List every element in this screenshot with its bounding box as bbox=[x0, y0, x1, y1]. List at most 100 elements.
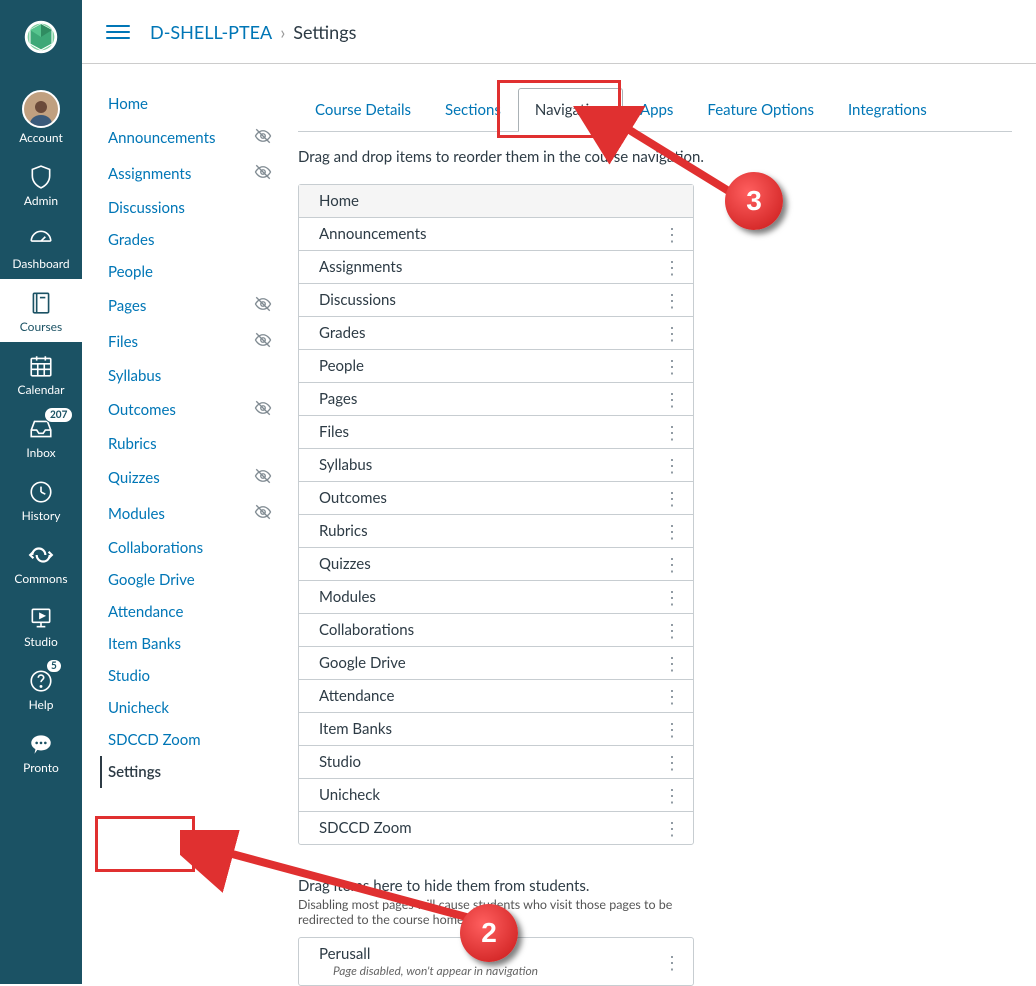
course-nav-item-attendance[interactable]: Attendance bbox=[100, 596, 280, 628]
kebab-menu-icon[interactable]: ⋮ bbox=[661, 260, 683, 274]
nav-history[interactable]: History bbox=[0, 468, 82, 531]
nav-list-item[interactable]: Quizzes⋮ bbox=[299, 548, 693, 581]
course-nav-item-files[interactable]: Files bbox=[100, 324, 280, 360]
nav-account[interactable]: Account bbox=[0, 80, 82, 153]
nav-list-item[interactable]: Assignments⋮ bbox=[299, 251, 693, 284]
course-nav-item-unicheck[interactable]: Unicheck bbox=[100, 692, 280, 724]
nav-list-item-disabled[interactable]: PerusallPage disabled, won't appear in n… bbox=[299, 938, 693, 985]
kebab-menu-icon[interactable]: ⋮ bbox=[661, 557, 683, 571]
kebab-menu-icon[interactable]: ⋮ bbox=[661, 524, 683, 538]
course-nav-item-google-drive[interactable]: Google Drive bbox=[100, 564, 280, 596]
nav-commons[interactable]: Commons bbox=[0, 531, 82, 594]
instructions-text: Drag and drop items to reorder them in t… bbox=[298, 148, 1012, 166]
help-icon bbox=[0, 667, 82, 695]
nav-pronto[interactable]: Pronto bbox=[0, 720, 82, 783]
disabled-nav-list: PerusallPage disabled, won't appear in n… bbox=[298, 937, 694, 986]
kebab-menu-icon[interactable]: ⋮ bbox=[661, 722, 683, 736]
breadcrumb-course-link[interactable]: D-SHELL-PTEA bbox=[150, 21, 272, 43]
kebab-menu-icon[interactable]: ⋮ bbox=[661, 326, 683, 340]
course-nav-item-pages[interactable]: Pages bbox=[100, 288, 280, 324]
course-nav-item-label: Google Drive bbox=[108, 571, 195, 589]
nav-list-item[interactable]: Modules⋮ bbox=[299, 581, 693, 614]
nav-calendar[interactable]: Calendar bbox=[0, 342, 82, 405]
nav-list-item[interactable]: Outcomes⋮ bbox=[299, 482, 693, 515]
nav-list-item[interactable]: Home bbox=[299, 185, 693, 218]
kebab-menu-icon[interactable]: ⋮ bbox=[661, 955, 683, 969]
kebab-menu-icon[interactable]: ⋮ bbox=[661, 821, 683, 835]
nav-list-item[interactable]: Files⋮ bbox=[299, 416, 693, 449]
nav-list-item[interactable]: Item Banks⋮ bbox=[299, 713, 693, 746]
nav-list-item[interactable]: Discussions⋮ bbox=[299, 284, 693, 317]
kebab-menu-icon[interactable]: ⋮ bbox=[661, 359, 683, 373]
nav-list-item[interactable]: Rubrics⋮ bbox=[299, 515, 693, 548]
kebab-menu-icon[interactable]: ⋮ bbox=[661, 788, 683, 802]
course-nav-item-grades[interactable]: Grades bbox=[100, 224, 280, 256]
kebab-menu-icon[interactable]: ⋮ bbox=[661, 425, 683, 439]
course-nav-item-settings[interactable]: Settings bbox=[100, 756, 280, 788]
course-nav-item-people[interactable]: People bbox=[100, 256, 280, 288]
kebab-menu-icon[interactable]: ⋮ bbox=[661, 590, 683, 604]
kebab-menu-icon[interactable]: ⋮ bbox=[661, 689, 683, 703]
nav-calendar-label: Calendar bbox=[0, 382, 82, 397]
nav-inbox[interactable]: 207 Inbox bbox=[0, 405, 82, 468]
hamburger-menu[interactable] bbox=[106, 20, 130, 44]
kebab-menu-icon[interactable]: ⋮ bbox=[661, 458, 683, 472]
tab-navigation[interactable]: Navigation bbox=[518, 88, 623, 132]
course-nav-item-item-banks[interactable]: Item Banks bbox=[100, 628, 280, 660]
help-badge: 5 bbox=[46, 659, 62, 673]
course-nav-item-studio[interactable]: Studio bbox=[100, 660, 280, 692]
kebab-menu-icon[interactable]: ⋮ bbox=[661, 227, 683, 241]
nav-admin[interactable]: Admin bbox=[0, 153, 82, 216]
book-icon bbox=[0, 289, 82, 317]
nav-list-item[interactable]: Grades⋮ bbox=[299, 317, 693, 350]
nav-list-item[interactable]: SDCCD Zoom⋮ bbox=[299, 812, 693, 844]
kebab-menu-icon[interactable]: ⋮ bbox=[661, 623, 683, 637]
course-nav-item-label: Settings bbox=[108, 763, 161, 781]
tab-integrations[interactable]: Integrations bbox=[831, 88, 944, 132]
course-nav-item-rubrics[interactable]: Rubrics bbox=[100, 428, 280, 460]
studio-icon bbox=[0, 604, 82, 632]
nav-list-item[interactable]: People⋮ bbox=[299, 350, 693, 383]
institution-logo[interactable] bbox=[12, 8, 70, 66]
nav-list-item[interactable]: Unicheck⋮ bbox=[299, 779, 693, 812]
nav-help[interactable]: 5 Help bbox=[0, 657, 82, 720]
course-nav-item-label: Syllabus bbox=[108, 367, 161, 385]
nav-courses[interactable]: Courses bbox=[0, 279, 82, 342]
nav-pronto-label: Pronto bbox=[0, 760, 82, 775]
course-nav-item-syllabus[interactable]: Syllabus bbox=[100, 360, 280, 392]
nav-list-item[interactable]: Syllabus⋮ bbox=[299, 449, 693, 482]
nav-list-item[interactable]: Google Drive⋮ bbox=[299, 647, 693, 680]
nav-studio[interactable]: Studio bbox=[0, 594, 82, 657]
course-nav-item-announcements[interactable]: Announcements bbox=[100, 120, 280, 156]
course-nav-item-home[interactable]: Home bbox=[100, 88, 280, 120]
eye-off-icon bbox=[254, 503, 272, 525]
tab-feature-options[interactable]: Feature Options bbox=[690, 88, 831, 132]
nav-list-item[interactable]: Attendance⋮ bbox=[299, 680, 693, 713]
course-nav-item-quizzes[interactable]: Quizzes bbox=[100, 460, 280, 496]
nav-list-item[interactable]: Announcements⋮ bbox=[299, 218, 693, 251]
course-nav-item-discussions[interactable]: Discussions bbox=[100, 192, 280, 224]
tab-sections[interactable]: Sections bbox=[428, 88, 518, 132]
kebab-menu-icon[interactable]: ⋮ bbox=[661, 293, 683, 307]
course-nav-item-sdccd-zoom[interactable]: SDCCD Zoom bbox=[100, 724, 280, 756]
course-nav-item-label: Item Banks bbox=[108, 635, 181, 653]
kebab-menu-icon[interactable]: ⋮ bbox=[661, 392, 683, 406]
shield-icon bbox=[0, 163, 82, 191]
kebab-menu-icon[interactable]: ⋮ bbox=[661, 491, 683, 505]
kebab-menu-icon[interactable]: ⋮ bbox=[661, 656, 683, 670]
nav-studio-label: Studio bbox=[0, 634, 82, 649]
course-nav-item-modules[interactable]: Modules bbox=[100, 496, 280, 532]
kebab-menu-icon[interactable]: ⋮ bbox=[661, 755, 683, 769]
nav-list-item[interactable]: Studio⋮ bbox=[299, 746, 693, 779]
nav-inbox-label: Inbox bbox=[0, 445, 82, 460]
course-nav-item-label: Files bbox=[108, 333, 138, 351]
course-nav-item-outcomes[interactable]: Outcomes bbox=[100, 392, 280, 428]
nav-dashboard[interactable]: Dashboard bbox=[0, 216, 82, 279]
course-nav-item-collaborations[interactable]: Collaborations bbox=[100, 532, 280, 564]
tab-apps[interactable]: Apps bbox=[623, 88, 690, 132]
tab-course-details[interactable]: Course Details bbox=[298, 88, 428, 132]
nav-list-item[interactable]: Pages⋮ bbox=[299, 383, 693, 416]
eye-off-icon bbox=[254, 127, 272, 149]
nav-list-item[interactable]: Collaborations⋮ bbox=[299, 614, 693, 647]
course-nav-item-assignments[interactable]: Assignments bbox=[100, 156, 280, 192]
